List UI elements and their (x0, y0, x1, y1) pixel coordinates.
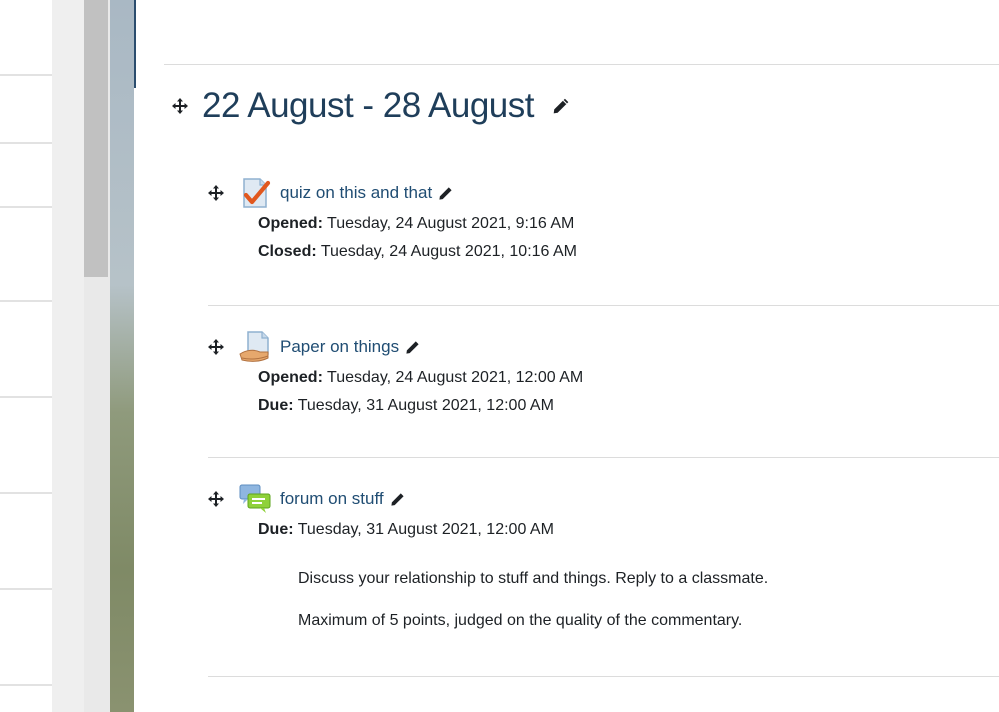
date-label: Opened: (258, 369, 323, 386)
left-drawer-edge (0, 0, 52, 712)
drawer-divider (0, 74, 52, 76)
date-value: Tuesday, 31 August 2021, 12:00 AM (293, 521, 554, 538)
drawer-divider (0, 396, 52, 398)
edit-pencil-icon[interactable] (552, 97, 570, 115)
description-line: Discuss your relationship to stuff and t… (298, 570, 769, 587)
drawer-divider (0, 142, 52, 144)
assignment-icon (238, 330, 272, 364)
activity-separator (208, 676, 999, 677)
section-header: 22 August - 28 August (172, 86, 570, 126)
edit-pencil-icon[interactable] (405, 340, 420, 355)
date-value: Tuesday, 24 August 2021, 9:16 AM (322, 215, 575, 232)
activity-link[interactable]: forum on stuff (280, 489, 384, 509)
date-label: Due: (258, 521, 294, 538)
background-image-strip (110, 0, 134, 712)
drawer-divider (0, 492, 52, 494)
activity-header: Paper on things (208, 330, 999, 364)
activity-header: quiz on this and that (208, 176, 999, 210)
date-value: Tuesday, 31 August 2021, 12:00 AM (293, 397, 554, 414)
scrollbar-thumb[interactable] (84, 0, 108, 277)
drawer-divider (0, 300, 52, 302)
forum-icon (238, 482, 272, 516)
activity-date: Opened: Tuesday, 24 August 2021, 12:00 A… (258, 364, 999, 392)
activity-assignment: Paper on things Opened: Tuesday, 24 Augu… (208, 330, 999, 420)
activity-description: Discuss your relationship to stuff and t… (298, 566, 999, 634)
section-divider (164, 64, 999, 65)
activity-separator (208, 305, 999, 306)
move-icon[interactable] (208, 339, 224, 355)
activity-separator (208, 457, 999, 458)
move-icon[interactable] (208, 491, 224, 507)
edit-pencil-icon[interactable] (438, 186, 453, 201)
activity-date: Closed: Tuesday, 24 August 2021, 10:16 A… (258, 238, 999, 266)
drawer-divider (0, 588, 52, 590)
quiz-icon (238, 176, 272, 210)
date-label: Closed: (258, 243, 317, 260)
activity-date: Due: Tuesday, 31 August 2021, 12:00 AM (258, 392, 999, 420)
date-value: Tuesday, 24 August 2021, 12:00 AM (322, 369, 584, 386)
drawer-divider (0, 684, 52, 686)
activity-forum: forum on stuff Due: Tuesday, 31 August 2… (208, 482, 999, 634)
date-value: Tuesday, 24 August 2021, 10:16 AM (316, 243, 578, 260)
activity-quiz: quiz on this and that Opened: Tuesday, 2… (208, 176, 999, 266)
activity-date: Opened: Tuesday, 24 August 2021, 9:16 AM (258, 210, 999, 238)
drawer-gutter (52, 0, 84, 712)
description-line: Maximum of 5 points, judged on the quali… (298, 612, 743, 629)
section-title: 22 August - 28 August (202, 86, 534, 125)
activity-header: forum on stuff (208, 482, 999, 516)
date-label: Opened: (258, 215, 323, 232)
move-icon[interactable] (172, 98, 188, 114)
date-label: Due: (258, 397, 294, 414)
course-content: 22 August - 28 August quiz on this and t… (136, 0, 999, 712)
drawer-divider (0, 206, 52, 208)
edit-pencil-icon[interactable] (390, 492, 405, 507)
activity-link[interactable]: Paper on things (280, 337, 399, 357)
move-icon[interactable] (208, 185, 224, 201)
activity-link[interactable]: quiz on this and that (280, 183, 432, 203)
activity-date: Due: Tuesday, 31 August 2021, 12:00 AM (258, 516, 999, 544)
